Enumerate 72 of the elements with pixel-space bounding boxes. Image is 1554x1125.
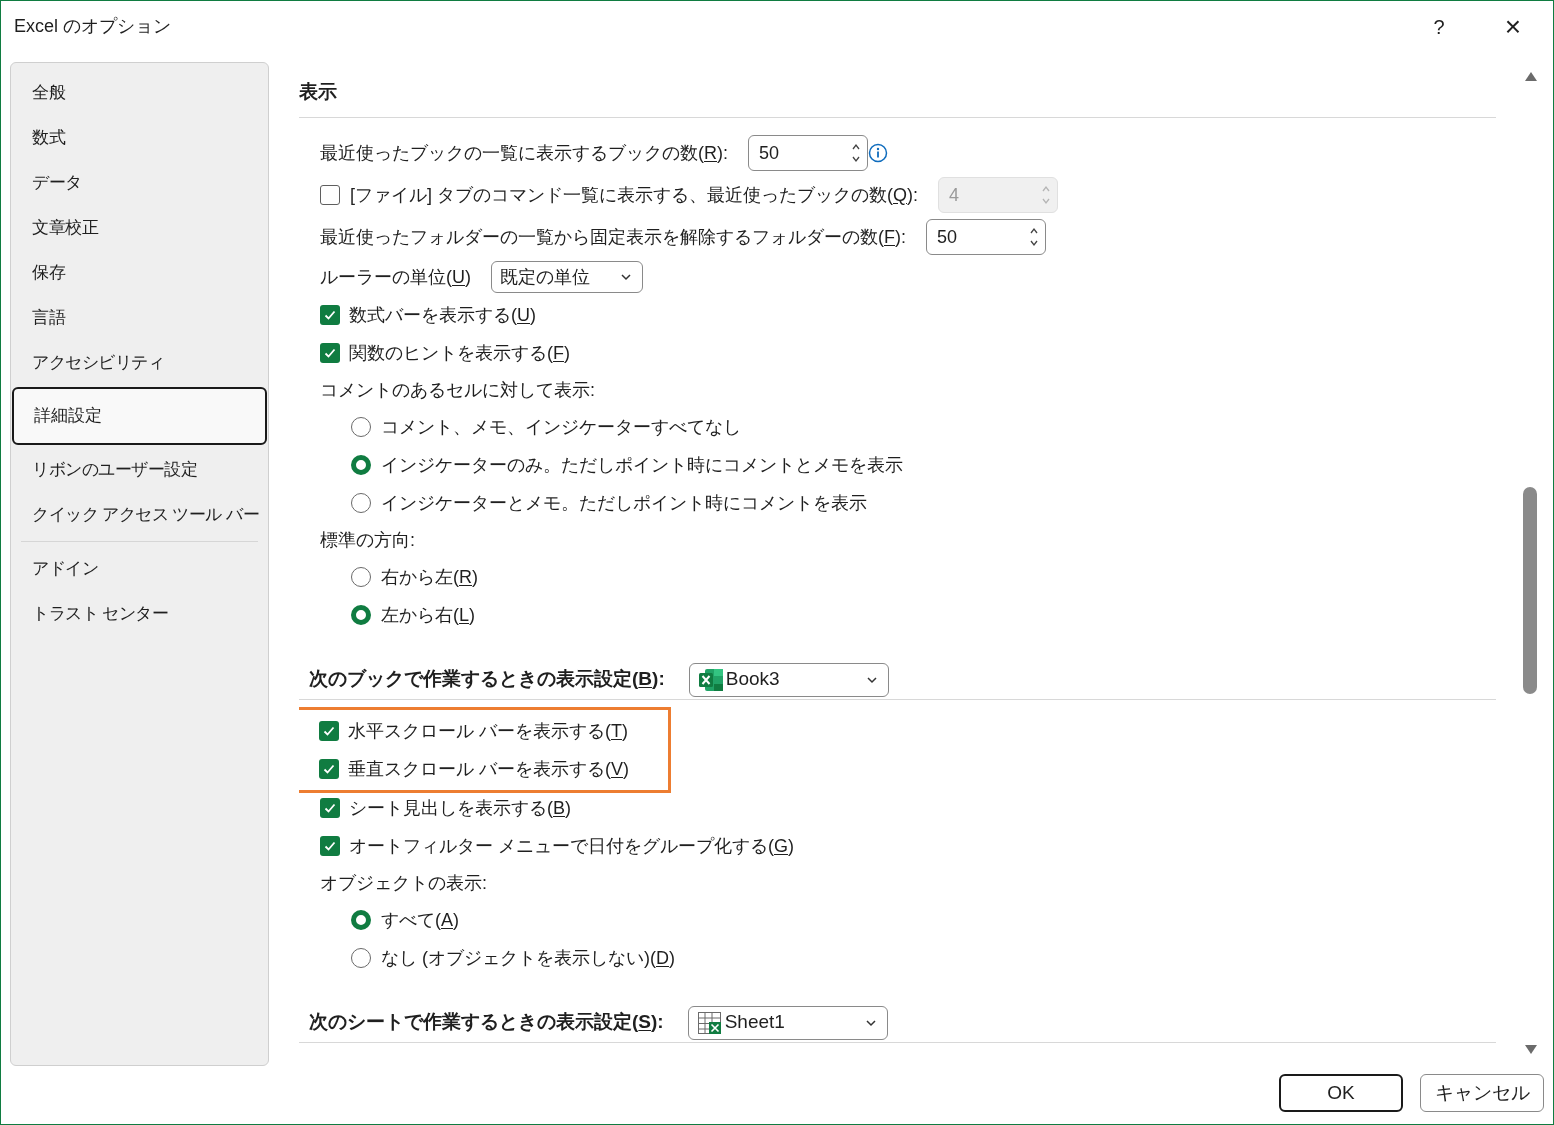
checkbox-label: 関数のヒントを表示する(F): [349, 341, 570, 365]
checkbox-label: 垂直スクロール バーを表示する(V): [348, 757, 629, 781]
window-title: Excel のオプション: [14, 15, 172, 38]
help-button[interactable]: ?: [1419, 6, 1459, 47]
chevron-down-icon: [620, 271, 632, 283]
spin-arrows-icon[interactable]: [1029, 226, 1039, 248]
radio-button[interactable]: [351, 605, 371, 625]
group-label: 標準の方向:: [320, 528, 415, 552]
spin-arrows-icon[interactable]: [851, 142, 861, 164]
checkmark-icon: [323, 839, 337, 853]
radio-button[interactable]: [351, 910, 371, 930]
workbook-dropdown[interactable]: Book3: [688, 662, 889, 697]
checkbox[interactable]: [319, 721, 339, 741]
radio-label: なし (オブジェクトを表示しない)(D): [381, 946, 675, 970]
field-label: ルーラーの単位(U): [320, 265, 471, 289]
checkbox-label: 水平スクロール バーを表示する(T): [348, 719, 628, 743]
scroll-down-icon[interactable]: [1524, 1044, 1538, 1056]
field-label: 最近使ったブックの一覧に表示するブックの数(R):: [320, 141, 728, 165]
checkbox-label: シート見出しを表示する(B): [349, 796, 571, 820]
scrollbar-thumb[interactable]: [1523, 487, 1537, 694]
checkmark-icon: [322, 762, 336, 776]
radio-button[interactable]: [351, 567, 371, 587]
radio-button[interactable]: [351, 948, 371, 968]
sidebar-item[interactable]: アドイン: [11, 546, 268, 591]
sidebar-item[interactable]: 言語: [11, 295, 268, 340]
group-label: オブジェクトの表示:: [320, 871, 487, 895]
spreadsheet-app-icon: [697, 666, 724, 693]
scroll-up-icon[interactable]: [1524, 70, 1538, 82]
sidebar-item[interactable]: 全般: [11, 70, 268, 115]
spin-box[interactable]: 50: [748, 135, 868, 171]
field-label: [ファイル] タブのコマンド一覧に表示する、最近使ったブックの数(Q):: [350, 183, 918, 207]
radio-label: インジケーターとメモ。ただしポイント時にコメントを表示: [381, 491, 867, 515]
sidebar-item[interactable]: 詳細設定: [12, 387, 267, 445]
checkbox-label: 数式バーを表示する(U): [349, 303, 536, 327]
checkmark-icon: [323, 308, 337, 322]
group-label: コメントのあるセルに対して表示:: [320, 378, 595, 402]
sidebar-item[interactable]: クイック アクセス ツール バー: [11, 492, 268, 537]
checkmark-icon: [323, 346, 337, 360]
checkbox-label: オートフィルター メニューで日付をグループ化する(G): [349, 834, 794, 858]
radio-label: インジケーターのみ。ただしポイント時にコメントとメモを表示: [381, 453, 903, 477]
radio-label: すべて(A): [381, 908, 459, 932]
unit-dropdown[interactable]: 既定の単位: [491, 261, 643, 293]
checkmark-icon: [323, 801, 337, 815]
sidebar-item[interactable]: リボンのユーザー設定: [11, 447, 268, 492]
checkbox[interactable]: [319, 759, 339, 779]
dialog-button[interactable]: OK: [1279, 1074, 1403, 1112]
sheet-dropdown[interactable]: Sheet1: [687, 1005, 888, 1040]
sidebar-item[interactable]: トラスト センター: [11, 591, 268, 636]
sidebar-item[interactable]: 保存: [11, 250, 268, 295]
sheet-grid-icon: [696, 1009, 723, 1036]
spin-box[interactable]: 50: [926, 219, 1046, 255]
checkbox[interactable]: [320, 343, 340, 363]
radio-button[interactable]: [351, 493, 371, 513]
sidebar-item[interactable]: データ: [11, 160, 268, 205]
section-heading: 次のシートで作業するときの表示設定(S):: [309, 1010, 664, 1035]
sidebar-item[interactable]: 文章校正: [11, 205, 268, 250]
close-button[interactable]: ×: [1493, 6, 1533, 47]
field-label: 最近使ったフォルダーの一覧から固定表示を解除するフォルダーの数(F):: [320, 225, 906, 249]
radio-label: コメント、メモ、インジケーターすべてなし: [381, 415, 741, 439]
section-heading: 表示: [299, 80, 338, 104]
sidebar-item[interactable]: 数式: [11, 115, 268, 160]
checkbox[interactable]: [320, 798, 340, 818]
section-heading: 次のブックで作業するときの表示設定(B):: [309, 667, 665, 692]
radio-label: 右から左(R): [381, 565, 478, 589]
radio-label: 左から右(L): [381, 603, 475, 627]
radio-button[interactable]: [351, 455, 371, 475]
checkbox[interactable]: [320, 836, 340, 856]
checkbox[interactable]: [320, 305, 340, 325]
radio-button[interactable]: [351, 417, 371, 437]
dialog-button[interactable]: キャンセル: [1420, 1074, 1544, 1112]
sidebar-item[interactable]: アクセシビリティ: [11, 340, 268, 385]
checkmark-icon: [322, 724, 336, 738]
